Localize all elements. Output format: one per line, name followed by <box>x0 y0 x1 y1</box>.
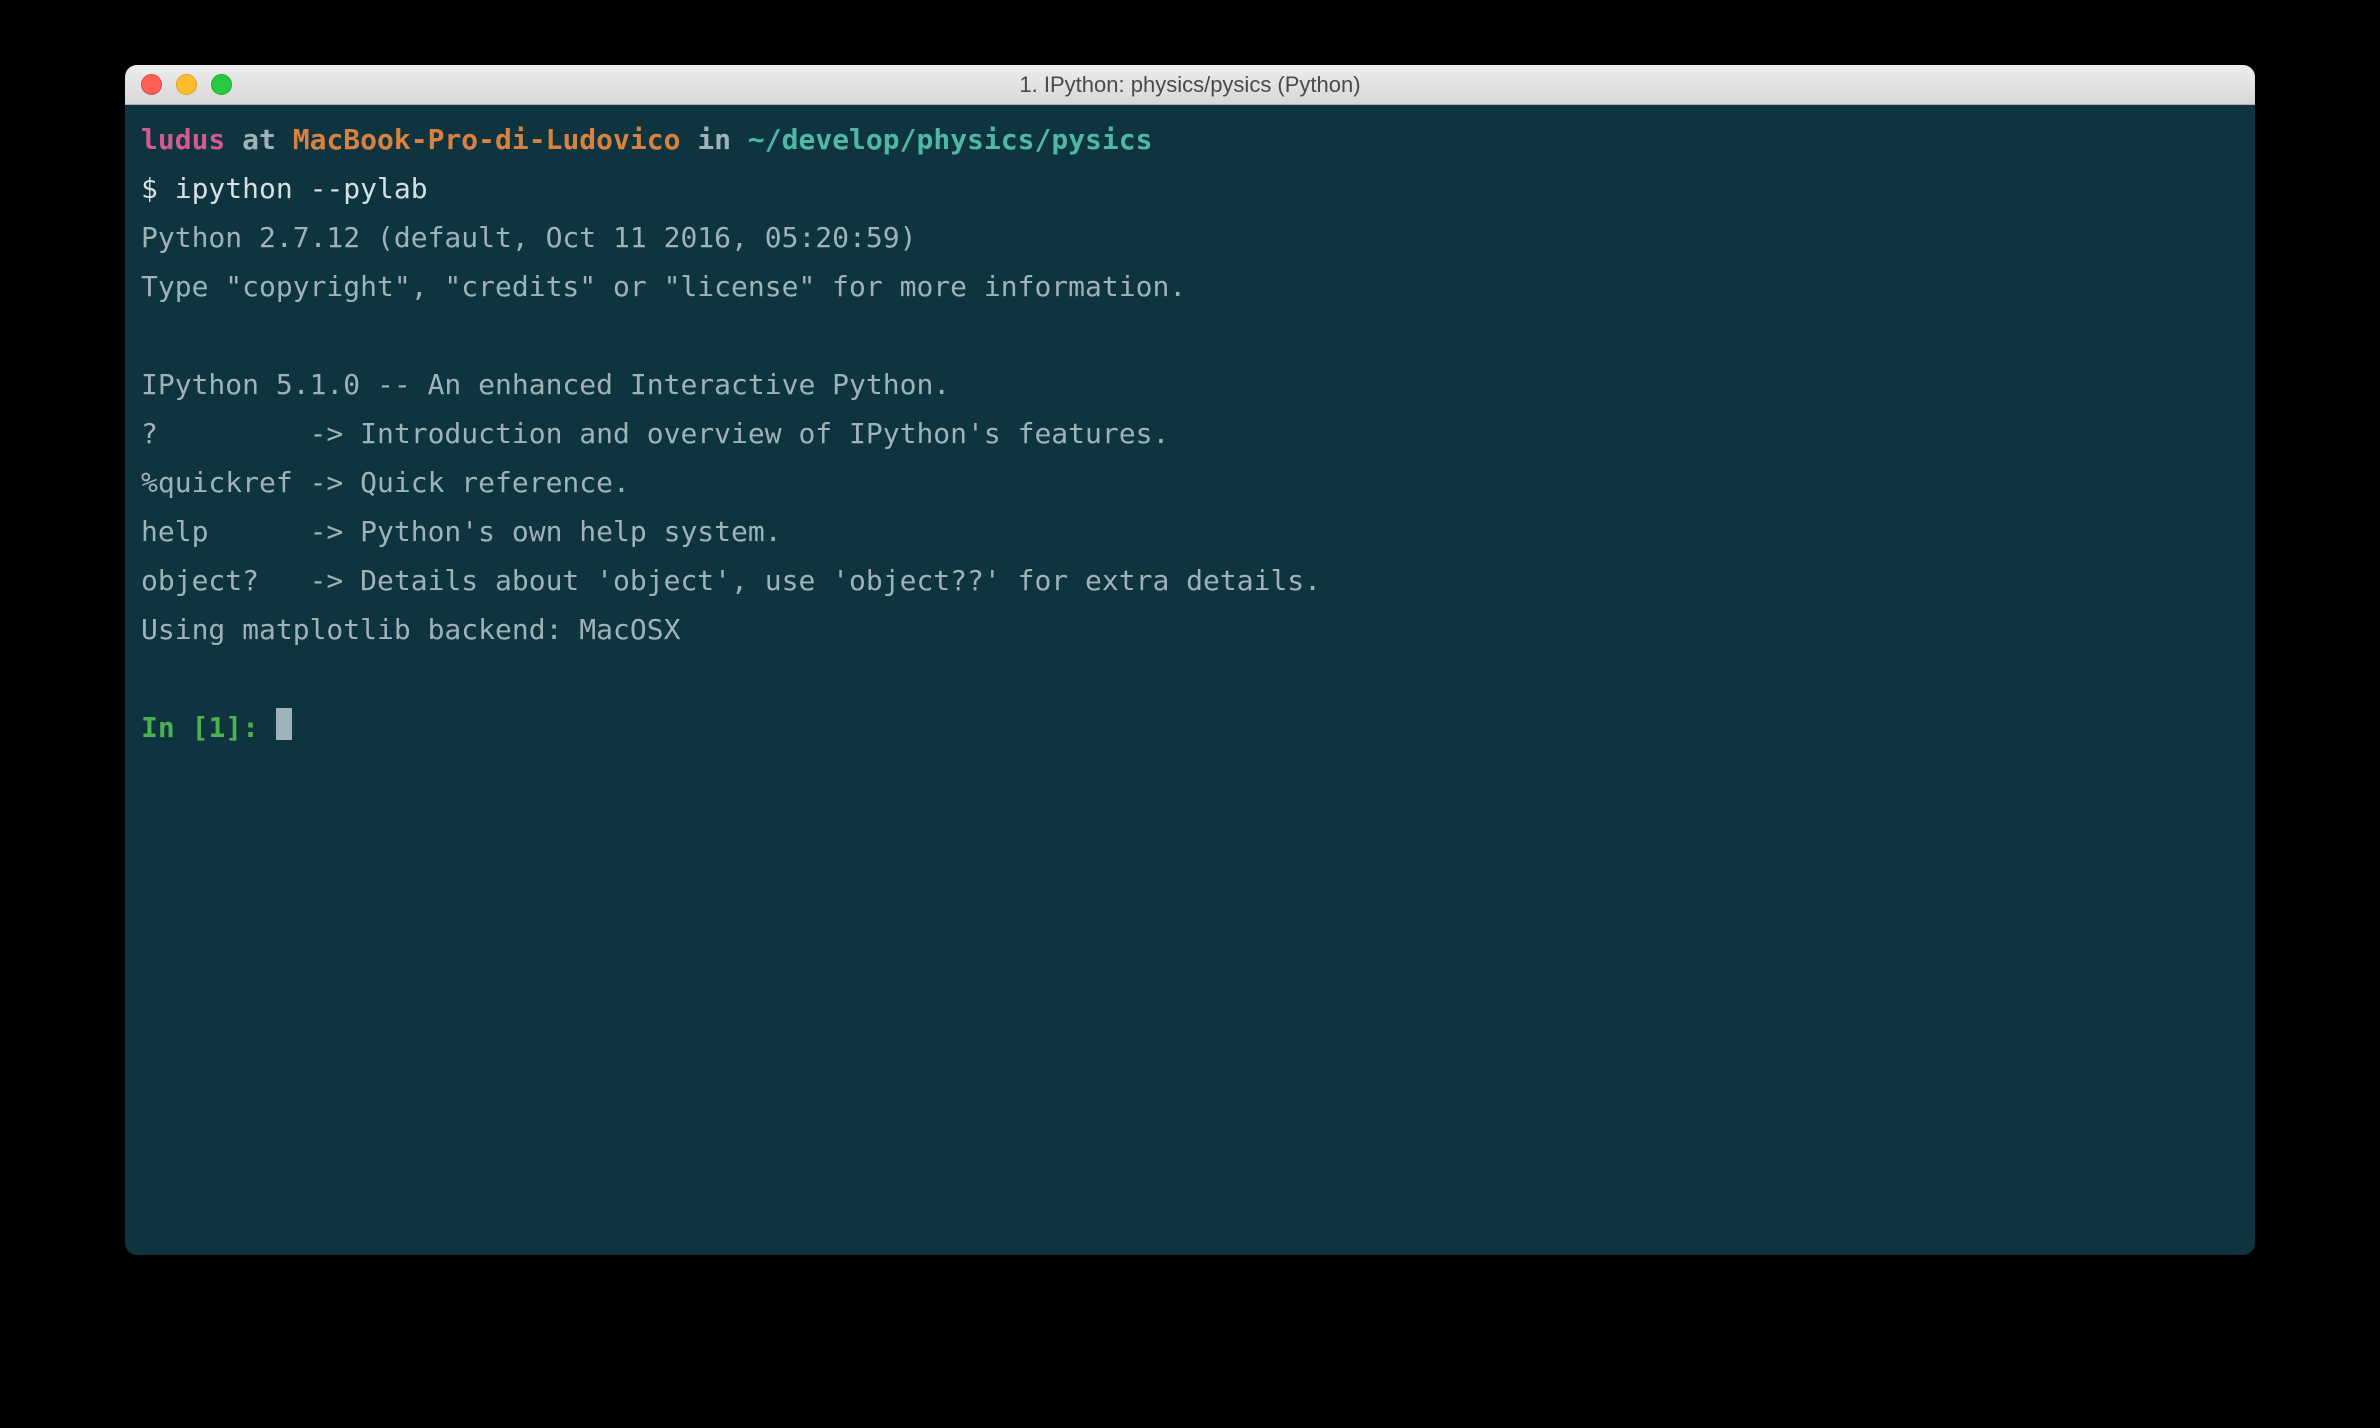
window-titlebar[interactable]: 1. IPython: physics/pysics (Python) <box>125 65 2255 105</box>
output-line: ? -> Introduction and overview of IPytho… <box>141 417 1169 450</box>
maximize-button[interactable] <box>211 74 232 95</box>
terminal-window: 1. IPython: physics/pysics (Python) ludu… <box>125 65 2255 1255</box>
window-title: 1. IPython: physics/pysics (Python) <box>1019 72 1360 98</box>
command-text: ipython --pylab <box>175 172 428 205</box>
minimize-button[interactable] <box>176 74 197 95</box>
input-prompt-number: 1 <box>208 711 225 744</box>
prompt-at: at <box>225 123 292 156</box>
output-line: object? -> Details about 'object', use '… <box>141 564 1321 597</box>
cursor <box>276 708 292 740</box>
close-button[interactable] <box>141 74 162 95</box>
prompt-path: ~/develop/physics/pysics <box>748 123 1153 156</box>
output-line: Using matplotlib backend: MacOSX <box>141 613 680 646</box>
traffic-lights <box>141 74 232 95</box>
prompt-symbol: $ <box>141 172 175 205</box>
output-line: IPython 5.1.0 -- An enhanced Interactive… <box>141 368 950 401</box>
input-prompt-in: In [ <box>141 711 208 744</box>
output-line: Type "copyright", "credits" or "license"… <box>141 270 1186 303</box>
output-line: %quickref -> Quick reference. <box>141 466 630 499</box>
terminal-content[interactable]: ludus at MacBook-Pro-di-Ludovico in ~/de… <box>125 105 2255 762</box>
prompt-host: MacBook-Pro-di-Ludovico <box>293 123 681 156</box>
output-line: help -> Python's own help system. <box>141 515 782 548</box>
prompt-in: in <box>680 123 747 156</box>
prompt-user: ludus <box>141 123 225 156</box>
input-prompt-suffix: ]: <box>225 711 276 744</box>
output-line: Python 2.7.12 (default, Oct 11 2016, 05:… <box>141 221 933 254</box>
